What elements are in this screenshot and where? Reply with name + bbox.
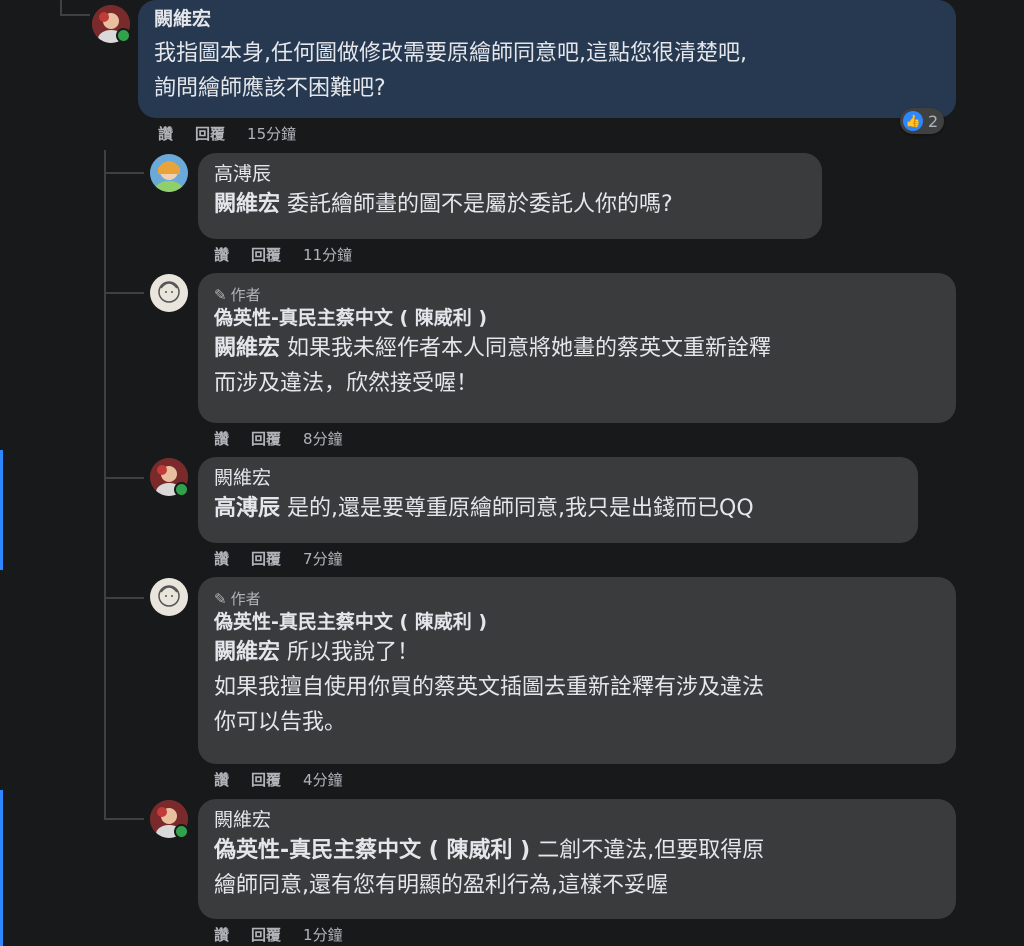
commenter-name[interactable]: 闕維宏 <box>214 465 902 491</box>
timestamp[interactable]: 1分鐘 <box>303 924 343 945</box>
like-button[interactable]: 讚 <box>214 428 229 449</box>
mention-tag[interactable]: 闕維宏 <box>214 640 280 665</box>
pencil-icon: ✎ <box>214 590 227 608</box>
like-button[interactable]: 讚 <box>214 769 229 790</box>
thread-branch-3 <box>104 292 144 294</box>
thread-branch-2 <box>104 172 144 174</box>
like-button[interactable]: 讚 <box>214 244 229 265</box>
mention-tag[interactable]: 高溥辰 <box>214 496 280 521</box>
mention-tag[interactable]: 闕維宏 <box>214 336 280 361</box>
comment-bubble: ✎ 作者 偽英性-真民主蔡中文 ( 陳威利 ) 闕維宏 所以我說了！ 如果我擅自… <box>198 577 956 764</box>
thread-line-main <box>104 150 106 820</box>
comment-actions: 讚 回覆 8分鐘 <box>214 428 343 449</box>
reply-button[interactable]: 回覆 <box>195 123 225 144</box>
comment-actions: 讚 回覆 4分鐘 <box>214 769 343 790</box>
author-badge: ✎ 作者 <box>214 590 261 608</box>
commenter-name[interactable]: 偽英性-真民主蔡中文 ( 陳威利 ) <box>214 305 940 331</box>
comment-actions: 讚 回覆 11分鐘 <box>214 244 352 265</box>
comment-text: 我指圖本身,任何圖做修改需要原繪師同意吧,這點您很清楚吧, 詢問繪師應該不困難吧… <box>154 41 747 101</box>
pencil-icon: ✎ <box>214 286 227 304</box>
comment-bubble: 闕維宏 我指圖本身,任何圖做修改需要原繪師同意吧,這點您很清楚吧, 詢問繪師應該… <box>138 0 956 118</box>
like-button[interactable]: 讚 <box>214 924 229 945</box>
comment-text: 闕維宏 委託繪師畫的圖不是屬於委託人你的嗎? <box>214 192 673 217</box>
mention-tag[interactable]: 闕維宏 <box>214 192 280 217</box>
comment-bubble: 闕維宏 高溥辰 是的,還是要尊重原繪師同意,我只是出錢而已QQ <box>198 457 918 543</box>
like-button[interactable]: 讚 <box>214 548 229 569</box>
thread-branch-4 <box>104 477 144 479</box>
comment-bubble: 高溥辰 闕維宏 委託繪師畫的圖不是屬於委託人你的嗎? <box>198 153 822 239</box>
comment-bubble: ✎ 作者 偽英性-真民主蔡中文 ( 陳威利 ) 闕維宏 如果我未經作者本人同意將… <box>198 273 956 423</box>
comment-actions: 讚 回覆 1分鐘 <box>214 924 343 945</box>
reply-button[interactable]: 回覆 <box>251 924 281 945</box>
thumbs-up-icon: 👍 <box>903 111 923 131</box>
comment-text: 偽英性-真民主蔡中文 ( 陳威利 ) 二創不違法,但要取得原 繪師同意,還有您有… <box>214 838 765 898</box>
reply-button[interactable]: 回覆 <box>251 769 281 790</box>
avatar[interactable] <box>150 578 188 616</box>
timestamp[interactable]: 11分鐘 <box>303 244 352 265</box>
comment-actions: 讚 回覆 15分鐘 <box>158 123 296 144</box>
comment-text: 闕維宏 所以我說了！ 如果我擅自使用你買的蔡英文插圖去重新詮釋有涉及違法 你可以… <box>214 640 765 735</box>
comment-text: 闕維宏 如果我未經作者本人同意將她畫的蔡英文重新詮釋 而涉及違法，欣然接受喔！ <box>214 336 772 396</box>
timestamp[interactable]: 15分鐘 <box>247 123 296 144</box>
commenter-name[interactable]: 闕維宏 <box>154 6 940 32</box>
reply-button[interactable]: 回覆 <box>251 548 281 569</box>
like-button[interactable]: 讚 <box>158 123 173 144</box>
thread-line-top-branch <box>60 14 90 16</box>
comment-text: 高溥辰 是的,還是要尊重原繪師同意,我只是出錢而已QQ <box>214 496 754 521</box>
timestamp[interactable]: 8分鐘 <box>303 428 343 449</box>
online-status-icon <box>174 824 189 839</box>
thread-line-top <box>60 0 62 14</box>
timestamp[interactable]: 7分鐘 <box>303 548 343 569</box>
comment-bubble: 闕維宏 偽英性-真民主蔡中文 ( 陳威利 ) 二創不違法,但要取得原 繪師同意,… <box>198 799 956 919</box>
author-badge: ✎ 作者 <box>214 286 261 304</box>
scroll-indicator <box>0 450 3 570</box>
online-status-icon <box>174 482 189 497</box>
comment-actions: 讚 回覆 7分鐘 <box>214 548 343 569</box>
reply-button[interactable]: 回覆 <box>251 428 281 449</box>
thread-branch-6 <box>104 818 144 820</box>
commenter-name[interactable]: 闕維宏 <box>214 807 940 833</box>
reaction-badge[interactable]: 👍 2 <box>900 108 945 134</box>
reply-button[interactable]: 回覆 <box>251 244 281 265</box>
thread-branch-5 <box>104 597 144 599</box>
mention-tag[interactable]: 偽英性-真民主蔡中文 ( 陳威利 ) <box>214 838 530 863</box>
commenter-name[interactable]: 偽英性-真民主蔡中文 ( 陳威利 ) <box>214 609 940 635</box>
avatar[interactable] <box>150 274 188 312</box>
scroll-indicator <box>0 790 3 946</box>
reaction-count: 2 <box>928 111 939 131</box>
avatar[interactable] <box>150 154 188 192</box>
timestamp[interactable]: 4分鐘 <box>303 769 343 790</box>
online-status-icon <box>116 28 131 43</box>
commenter-name[interactable]: 高溥辰 <box>214 161 806 187</box>
